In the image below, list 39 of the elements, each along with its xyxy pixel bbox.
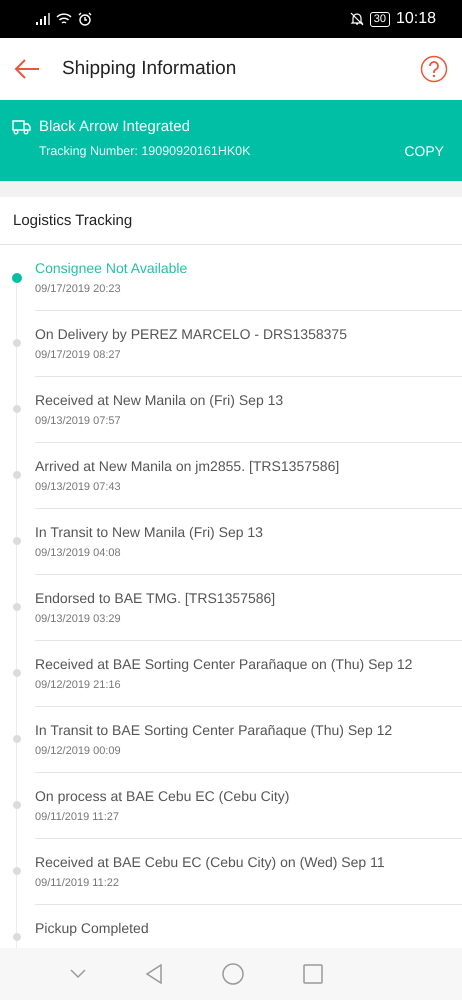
event-date: 09/11/2019 11:27	[35, 811, 120, 823]
event-title: Endorsed to BAE TMG. [TRS1357586]	[35, 590, 276, 606]
tracking-number: Tracking Number: 19090920161HK0K	[39, 144, 252, 158]
truck-icon	[12, 118, 31, 134]
section-title: Logistics Tracking	[0, 197, 462, 245]
event-title: In Transit to New Manila (Fri) Sep 13	[35, 524, 264, 540]
event-date: 09/13/2019 03:29	[35, 613, 122, 625]
event-title: Received at New Manila on (Fri) Sep 13	[35, 392, 284, 408]
signal-icon	[36, 13, 50, 25]
event-date: 09/11/2019 11:22	[35, 877, 120, 889]
home-circle-icon[interactable]	[222, 963, 244, 985]
muted-bell-icon	[350, 12, 364, 26]
event-date: 09/12/2019 21:16	[35, 679, 122, 691]
event-title: Arrived at New Manila on jm2855. [TRS1357586]	[35, 458, 340, 474]
back-arrow-icon[interactable]	[14, 59, 40, 79]
square-icon[interactable]	[302, 964, 322, 984]
event-date: 09/12/2019 00:09	[35, 745, 122, 757]
event-date: 09/13/2019 07:43	[35, 481, 122, 493]
help-icon[interactable]	[420, 55, 448, 83]
event-date: 09/17/2019 08:27	[35, 349, 122, 361]
battery-level: 30	[370, 12, 390, 26]
copy-button[interactable]: COPY	[398, 143, 450, 159]
carrier-name: Black Arrow Integrated	[39, 118, 190, 135]
alarm-clock-icon	[78, 12, 92, 26]
event-date: 09/13/2019 04:08	[35, 547, 122, 559]
event-title: Consignee Not Available	[35, 260, 188, 276]
event-title: On Delivery by PEREZ MARCELO - DRS1358375	[35, 326, 348, 342]
event-title: In Transit to BAE Sorting Center Parañaque (Thu) Sep 12	[35, 722, 394, 738]
event-title: Pickup Completed	[35, 920, 150, 936]
clock-time: 10:18	[396, 10, 436, 28]
event-date: 09/17/2019 20:23	[35, 283, 122, 295]
event-title: Received at BAE Cebu EC (Cebu City) on (Wed) Sep 11	[35, 854, 386, 870]
back-triangle-icon[interactable]	[144, 964, 162, 984]
event-title: On process at BAE Cebu EC (Cebu City)	[35, 788, 290, 804]
event-title: Received at BAE Sorting Center Parañaque on (Thu) Sep 12	[35, 656, 414, 672]
event-date: 09/13/2019 07:57	[35, 415, 122, 427]
chevron-down-icon[interactable]	[70, 969, 86, 979]
wifi-icon	[56, 12, 72, 26]
page-title: Shipping Information	[62, 58, 238, 80]
